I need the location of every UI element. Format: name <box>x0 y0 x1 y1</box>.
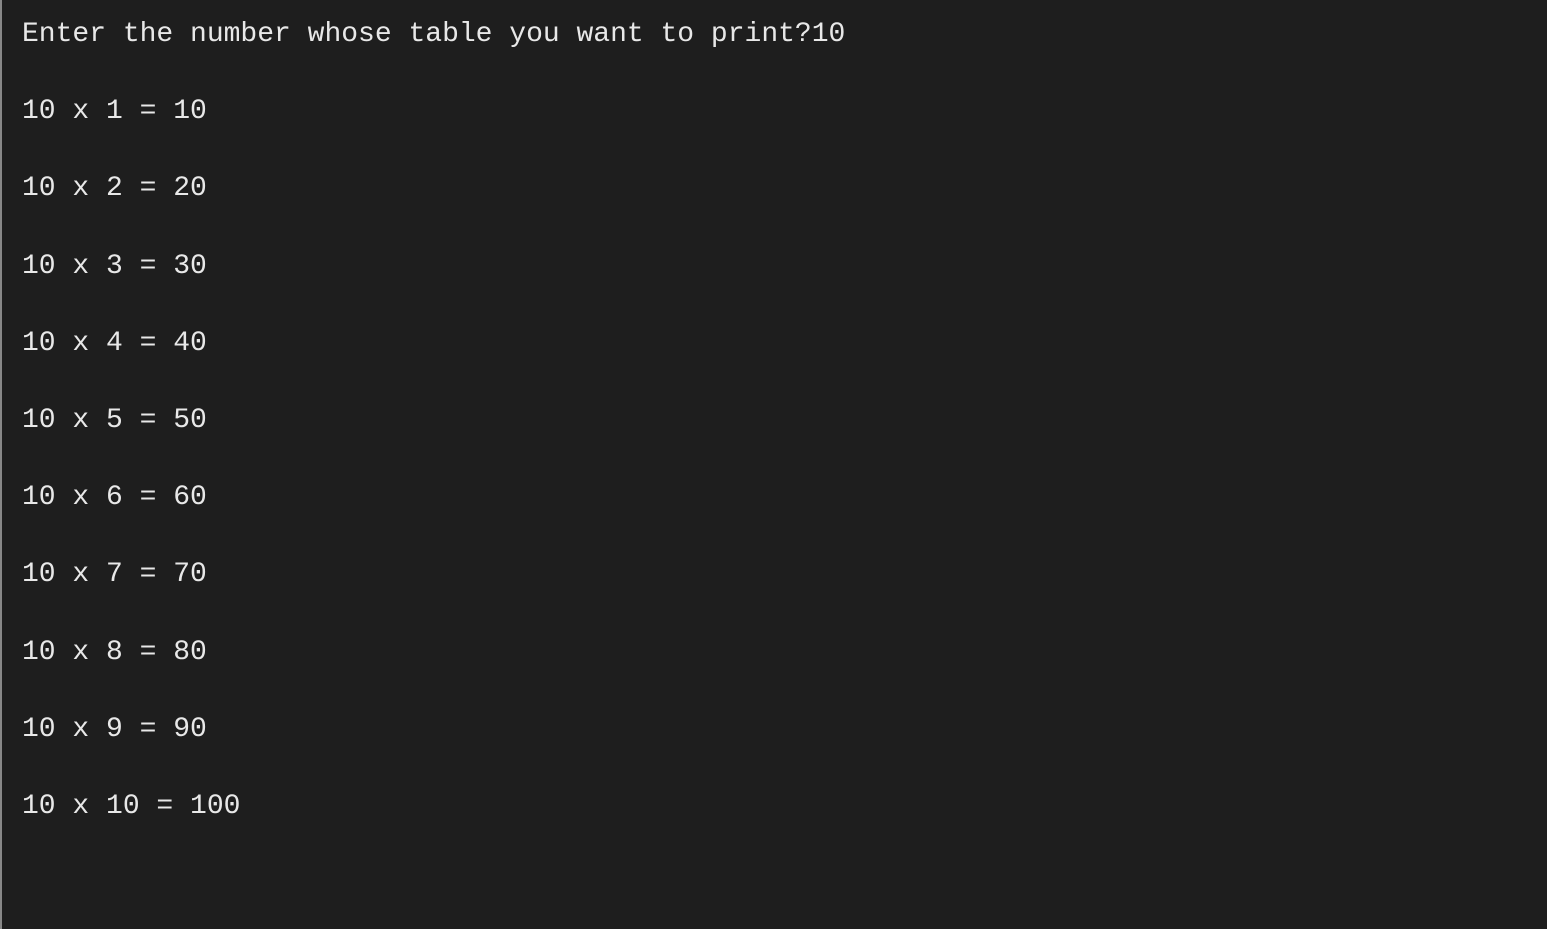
console-output-line: 10 x 7 = 70 <box>22 555 1527 594</box>
console-output-line: 10 x 10 = 100 <box>22 787 1527 826</box>
console-input-value: 10 <box>812 19 846 50</box>
console-prompt-text: Enter the number whose table you want to… <box>22 19 812 50</box>
console-output-line: 10 x 8 = 80 <box>22 633 1527 672</box>
console-output-line: 10 x 9 = 90 <box>22 710 1527 749</box>
console-prompt-line: Enter the number whose table you want to… <box>22 15 1527 54</box>
console-output-line: 10 x 1 = 10 <box>22 92 1527 131</box>
console-output-line: 10 x 2 = 20 <box>22 169 1527 208</box>
console-output-line: 10 x 3 = 30 <box>22 247 1527 286</box>
console-output-line: 10 x 6 = 60 <box>22 478 1527 517</box>
console-output-line: 10 x 5 = 50 <box>22 401 1527 440</box>
console-output-line: 10 x 4 = 40 <box>22 324 1527 363</box>
